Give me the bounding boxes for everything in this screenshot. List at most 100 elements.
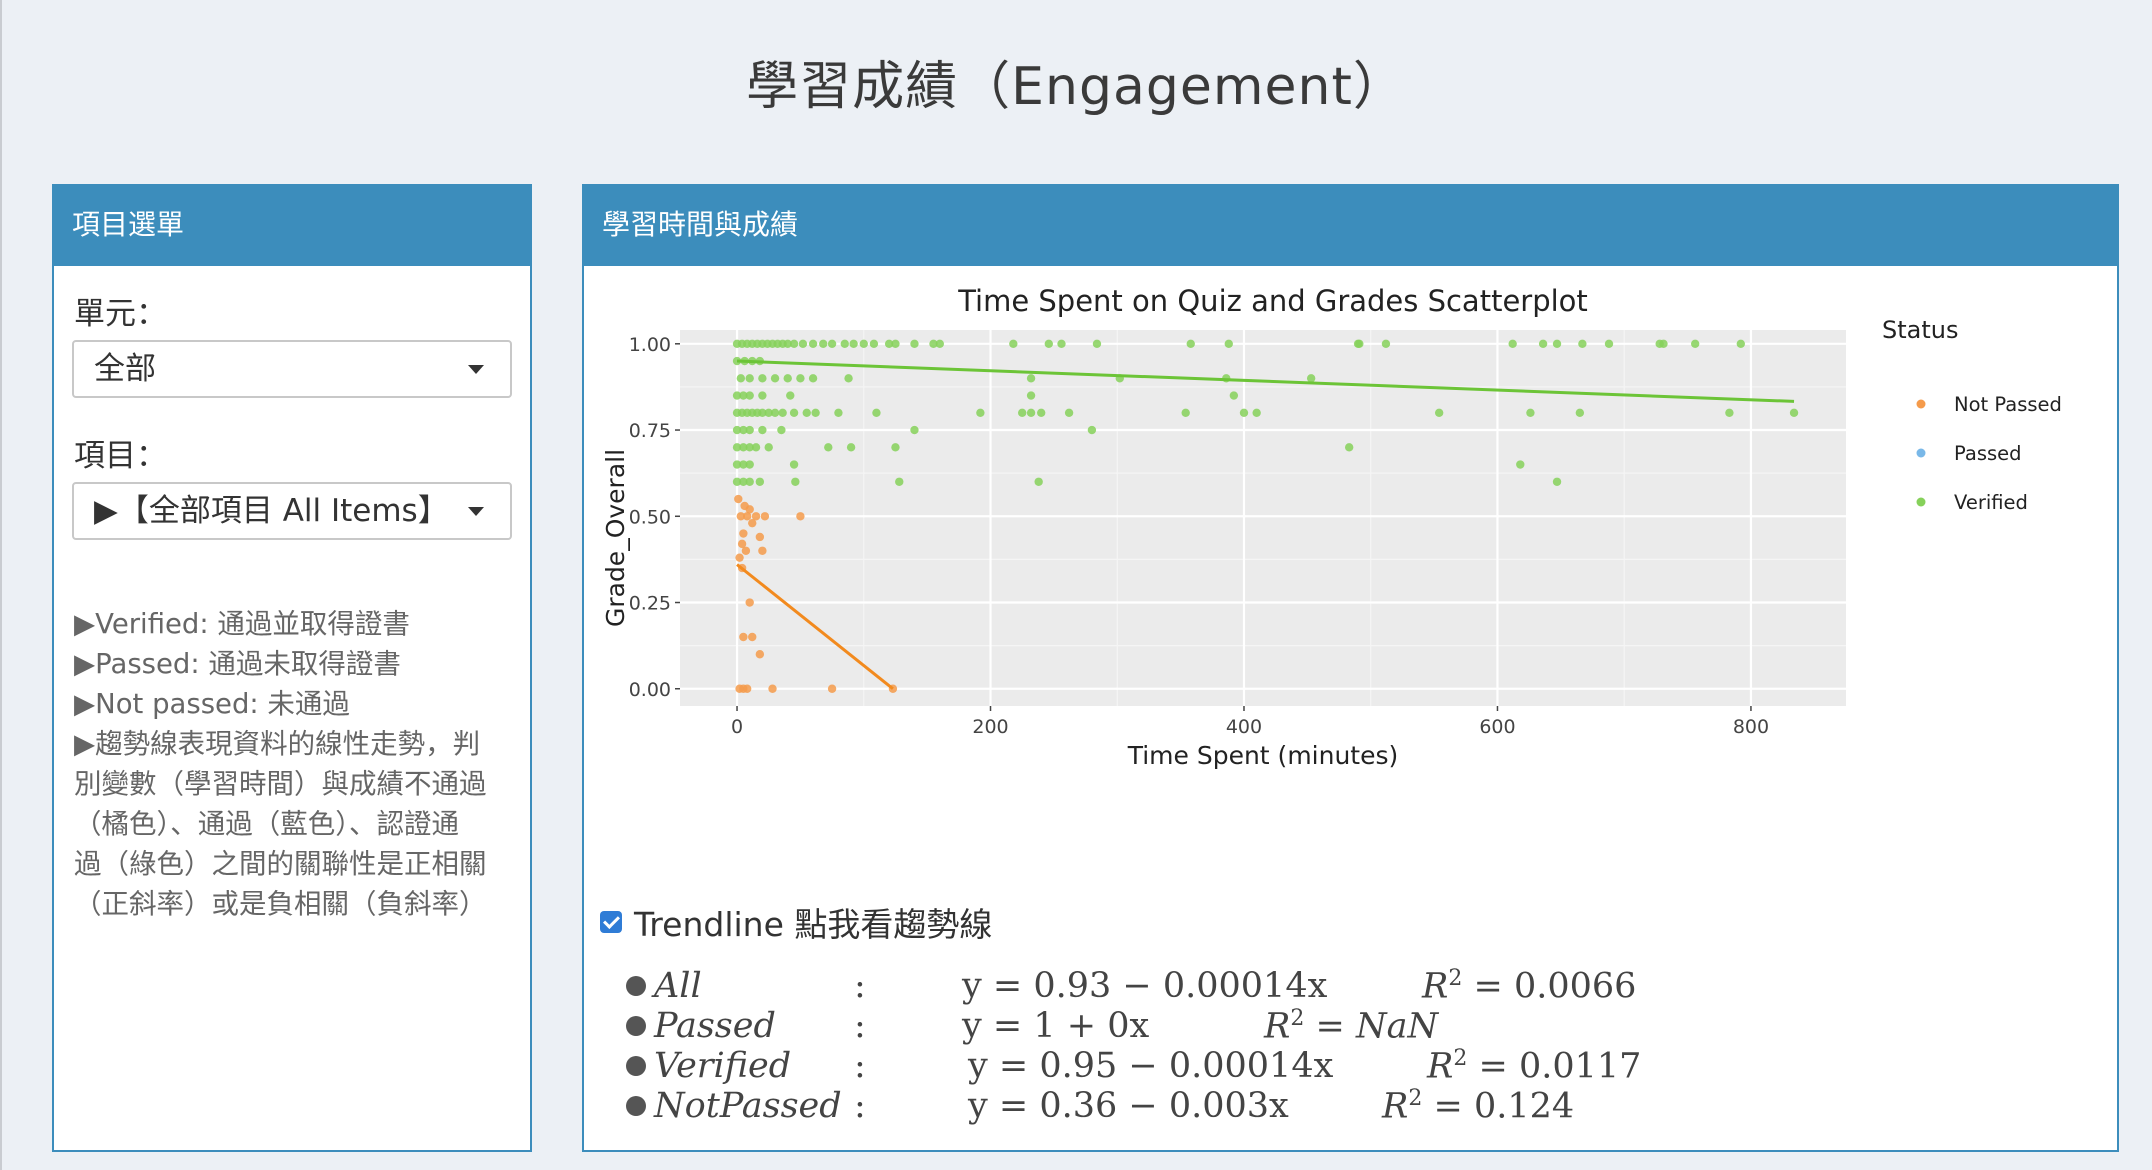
- data-point: [789, 408, 799, 417]
- data-point: [910, 425, 919, 435]
- equation-colon: :: [854, 1006, 866, 1046]
- data-point: [834, 408, 843, 417]
- equation-r2: R2 = 0.0066: [1422, 966, 1637, 1007]
- equation-name: NotPassed: [654, 1086, 842, 1126]
- data-point: [1736, 339, 1746, 348]
- data-point: [758, 374, 767, 383]
- data-point: [737, 539, 747, 549]
- data-point: [1552, 477, 1562, 486]
- data-point: [734, 494, 743, 504]
- equation-colon: :: [854, 1046, 866, 1086]
- equation-name: All: [654, 966, 702, 1006]
- data-point: [1344, 443, 1354, 452]
- window-left-edge: [0, 0, 2, 1170]
- x-tick-label: 600: [1479, 716, 1515, 738]
- chevron-down-icon: [468, 507, 484, 516]
- legend-label: Passed: [1954, 442, 2022, 465]
- description-line: ▶Verified: 通過並取得證書: [74, 608, 410, 640]
- data-point: [755, 650, 765, 659]
- unit-select[interactable]: 全部: [72, 340, 512, 398]
- legend-description: ▶Verified: 通過並取得證書 ▶Passed: 通過未取得證書 ▶Not…: [74, 604, 504, 924]
- y-tick-label: 0.25: [629, 593, 671, 615]
- item-label: 項目：: [74, 438, 167, 474]
- item-select[interactable]: ▶【全部項目 All Items】: [72, 482, 512, 540]
- data-point: [764, 443, 773, 452]
- description-line: （橘色）、通過（藍色）、認證通: [74, 808, 459, 840]
- data-point: [778, 408, 787, 417]
- data-point: [1092, 339, 1102, 348]
- unit-select-value: 全部: [94, 351, 156, 387]
- equation-formula: y = 0.93 − 0.00014x: [962, 966, 1328, 1006]
- x-tick-label: 200: [972, 716, 1008, 738]
- bullet-icon: [626, 1016, 646, 1036]
- data-point: [770, 374, 780, 383]
- data-point: [770, 408, 780, 417]
- data-point: [745, 505, 754, 514]
- data-point: [1508, 339, 1517, 348]
- description-line: 別變數（學習時間）與成績不通過: [74, 768, 487, 800]
- data-point: [1037, 408, 1046, 417]
- data-point: [745, 391, 754, 400]
- data-point: [1604, 339, 1614, 348]
- data-point: [739, 529, 748, 538]
- data-point: [846, 443, 856, 452]
- data-point: [844, 374, 853, 383]
- equation-colon: :: [854, 1086, 866, 1126]
- data-point: [748, 632, 757, 642]
- data-point: [796, 512, 805, 521]
- equation-colon: :: [854, 966, 866, 1006]
- equation-name: Passed: [654, 1006, 776, 1046]
- data-point: [768, 684, 777, 693]
- data-point: [1224, 339, 1233, 348]
- scatterplot-chart[interactable]: Time Spent on Quiz and Grades Scatterplo…: [584, 266, 2117, 866]
- equation-r2: R2 = NaN: [1264, 1006, 1439, 1047]
- data-point: [1026, 374, 1036, 383]
- data-point: [742, 684, 752, 693]
- bullet-icon: [626, 976, 646, 996]
- y-axis-label: Grade_Overall: [601, 449, 630, 627]
- data-point: [796, 374, 805, 383]
- chevron-down-icon: [468, 365, 484, 374]
- description-line: ▶Passed: 通過未取得證書: [74, 648, 401, 680]
- data-point: [819, 339, 828, 348]
- data-point: [1064, 408, 1074, 417]
- y-tick-label: 1.00: [629, 334, 671, 356]
- data-point: [1186, 339, 1195, 348]
- data-point: [1017, 408, 1027, 417]
- data-point: [786, 391, 795, 400]
- data-point: [895, 477, 904, 486]
- data-point: [791, 477, 800, 486]
- data-point: [777, 425, 786, 435]
- data-point: [849, 339, 858, 348]
- description-line: ▶Not passed: 未通過: [74, 688, 350, 720]
- data-point: [824, 443, 833, 452]
- item-menu-panel: 項目選單 單元： 全部 項目： ▶【全部項目 All Items】 ▶Verif…: [52, 184, 532, 1152]
- chart-title: Time Spent on Quiz and Grades Scatterplo…: [957, 284, 1588, 318]
- data-point: [1087, 425, 1097, 435]
- equation-name: Verified: [654, 1046, 792, 1086]
- x-tick-label: 400: [1226, 716, 1262, 738]
- data-point: [760, 512, 770, 521]
- data-point: [808, 374, 818, 383]
- data-point: [1026, 408, 1036, 417]
- description-line: （正斜率）或是負相關（負斜率）: [74, 888, 487, 920]
- legend-title: Status: [1882, 316, 1958, 344]
- data-point: [827, 339, 837, 348]
- equation-formula: y = 1 + 0x: [962, 1006, 1150, 1046]
- data-point: [783, 374, 792, 383]
- data-point: [1381, 339, 1391, 348]
- data-point: [1306, 374, 1316, 383]
- data-point: [735, 553, 744, 562]
- trendline-checkbox[interactable]: [600, 911, 622, 933]
- data-point: [745, 374, 754, 383]
- equation-r2: R2 = 0.124: [1382, 1086, 1575, 1127]
- trendline-toggle[interactable]: Trendline 點我看趨勢線: [600, 898, 992, 946]
- data-point: [1252, 408, 1261, 417]
- data-point: [1659, 339, 1668, 348]
- data-point: [872, 408, 881, 417]
- legend-label: Verified: [1954, 491, 2028, 514]
- data-point: [739, 632, 748, 642]
- y-tick-label: 0.50: [629, 506, 671, 528]
- data-point: [755, 477, 765, 486]
- data-point: [1009, 339, 1018, 348]
